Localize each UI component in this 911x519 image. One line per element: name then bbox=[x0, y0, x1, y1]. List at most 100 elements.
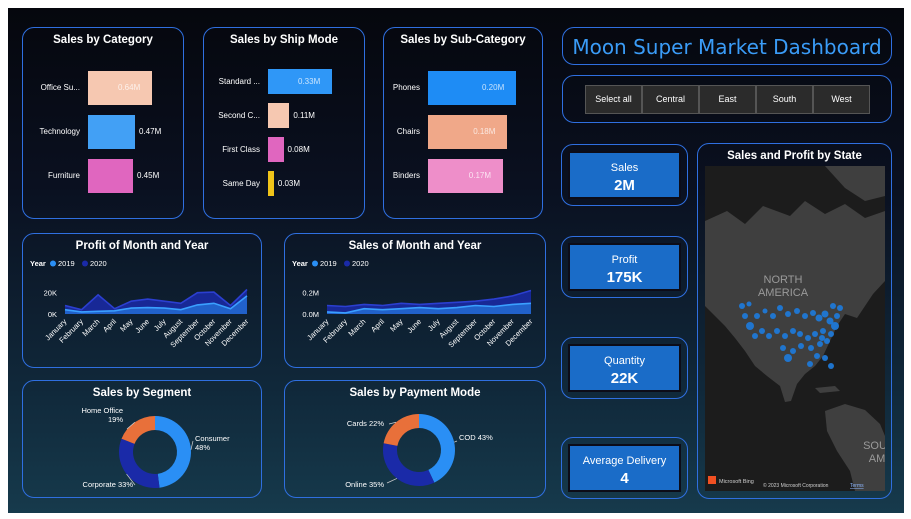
state-bubble[interactable] bbox=[822, 355, 828, 361]
state-bubble[interactable] bbox=[820, 328, 826, 334]
sales_by_ship_mode-bar-3[interactable] bbox=[268, 171, 274, 196]
x-tick-label: April bbox=[369, 317, 386, 334]
sales-by-category-card[interactable]: Sales by Category Office Su... 0.64M Techn… bbox=[22, 27, 184, 219]
y-tick-label: 0.2M bbox=[302, 289, 319, 298]
profit-month-year-chart[interactable]: Year 2019 202020K0KJanuaryFebruaryMarch Apr… bbox=[23, 254, 261, 366]
state-bubble[interactable] bbox=[766, 333, 772, 339]
sales-by-segment-donut[interactable]: Consumer 48% Corporate 33% Home Office 19% bbox=[23, 399, 261, 497]
sales_by_ship_mode-bar-2[interactable] bbox=[268, 137, 284, 162]
sales-by-subcategory-card[interactable]: Sales by Sub-Category Phones 0.20M Chairs 0… bbox=[383, 27, 543, 219]
x-tick-label: June bbox=[405, 317, 423, 335]
quantity-kpi-card[interactable]: Quantity 22K bbox=[561, 337, 688, 399]
sales-kpi-card[interactable]: Sales 2M bbox=[561, 144, 688, 206]
state-bubble[interactable] bbox=[819, 335, 825, 341]
profit-month-year-title: Profit of Month and Year bbox=[75, 240, 209, 252]
sales-by-payment-card[interactable]: Sales by Payment Mode COD 43% Online 35% C… bbox=[284, 380, 546, 498]
state-bubble[interactable] bbox=[752, 333, 758, 339]
sales-by-payment-donut[interactable]: COD 43% Online 35% Cards 22% bbox=[285, 399, 545, 497]
sales_by_category-bar-2[interactable] bbox=[88, 159, 133, 193]
legend-label-2019[interactable]: 2019 bbox=[58, 259, 75, 268]
state-bubble[interactable] bbox=[810, 310, 816, 316]
state-bubble[interactable] bbox=[814, 353, 820, 359]
state-bubble[interactable] bbox=[742, 313, 748, 319]
average-delivery-kpi-card[interactable]: Average Delivery 4 bbox=[561, 437, 688, 499]
sales-month-year-card[interactable]: Sales of Month and Year Year 2019 2020 0.2M… bbox=[284, 233, 546, 368]
sales-by-ship-mode-card[interactable]: Sales by Ship Mode Standard ... 0.33M Seco… bbox=[203, 27, 365, 219]
state-bubble[interactable] bbox=[824, 338, 830, 344]
legend-swatch-2020[interactable] bbox=[344, 260, 350, 267]
donut-slice-home-office[interactable] bbox=[121, 416, 155, 444]
sales_by_ship_mode-bar-1[interactable] bbox=[268, 103, 290, 128]
state-bubble[interactable] bbox=[798, 343, 804, 349]
sales_by_subcategory-bar-2[interactable] bbox=[428, 159, 503, 193]
state-bubble[interactable] bbox=[830, 303, 836, 309]
leader-line bbox=[386, 478, 398, 484]
state-bubble[interactable] bbox=[774, 328, 780, 334]
state-bubble[interactable] bbox=[807, 361, 813, 367]
state-bubble[interactable] bbox=[790, 328, 796, 334]
state-bubble[interactable] bbox=[802, 313, 808, 319]
state-bubble[interactable] bbox=[794, 308, 800, 314]
dashboard-canvas: Sales by Category Office Su... 0.64M Techn… bbox=[8, 8, 904, 513]
sales_by_category-bar-1[interactable] bbox=[88, 115, 135, 149]
donut-slice-online[interactable] bbox=[383, 443, 435, 486]
profit-kpi-card[interactable]: Profit 175K bbox=[561, 236, 688, 298]
quantity-kpi-tile: Quantity 22K bbox=[568, 344, 681, 392]
slicer-south-button[interactable]: South bbox=[756, 85, 813, 114]
sales_by_subcategory-value-1: 0.18M bbox=[473, 127, 496, 136]
state-bubble[interactable] bbox=[784, 354, 792, 362]
legend-label-2020[interactable]: 2020 bbox=[90, 259, 107, 268]
sales_by_ship_mode-value-2: 0.08M bbox=[287, 144, 310, 154]
x-tick-label: March bbox=[346, 317, 367, 338]
donut-slice-consumer[interactable] bbox=[155, 416, 192, 488]
state-bubble[interactable] bbox=[815, 314, 823, 322]
state-bubble[interactable] bbox=[817, 341, 823, 347]
state-bubble[interactable] bbox=[790, 348, 796, 354]
donut-slice-cards[interactable] bbox=[383, 414, 419, 446]
state-bubble[interactable] bbox=[808, 345, 814, 351]
state-bubble[interactable] bbox=[831, 322, 839, 330]
state-bubble[interactable] bbox=[782, 333, 788, 339]
slice-label: Online 35% bbox=[345, 480, 384, 489]
sales-by-segment-card[interactable]: Sales by Segment Consumer 48% Corporate 33… bbox=[22, 380, 262, 498]
map-label-am: AM bbox=[869, 453, 885, 465]
sales-by-payment-title: Sales by Payment Mode bbox=[349, 387, 481, 399]
state-bubble[interactable] bbox=[754, 313, 760, 319]
sales_by_ship_mode-label-1: Second C... bbox=[218, 110, 260, 120]
legend-label-2019[interactable]: 2019 bbox=[320, 259, 337, 268]
state-bubble[interactable] bbox=[805, 335, 811, 341]
sales-month-year-chart[interactable]: Year 2019 20200.2M0.0MJanuaryFebruaryMarch… bbox=[285, 254, 545, 366]
state-bubble[interactable] bbox=[837, 305, 843, 311]
state-map[interactable]: NORTH AMERICA SOU AM Microsoft Bing © 20… bbox=[705, 166, 885, 491]
state-bubble[interactable] bbox=[797, 331, 803, 337]
state-bubble[interactable] bbox=[828, 331, 834, 337]
state-bubble[interactable] bbox=[762, 308, 768, 314]
sales_by_subcategory-label-0: Phones bbox=[392, 83, 420, 92]
legend-swatch-2020[interactable] bbox=[82, 260, 88, 267]
slicer-select-all-button[interactable]: Select all bbox=[585, 85, 642, 114]
state-bubble[interactable] bbox=[780, 345, 786, 351]
sales-kpi-label: Sales bbox=[610, 162, 639, 174]
state-bubble[interactable] bbox=[770, 313, 776, 319]
legend-swatch-2019[interactable] bbox=[50, 260, 56, 267]
state-bubble[interactable] bbox=[777, 305, 783, 311]
state-bubble[interactable] bbox=[746, 301, 752, 307]
slicer-east-button[interactable]: East bbox=[699, 85, 756, 114]
state-bubble[interactable] bbox=[834, 313, 840, 319]
state-bubble[interactable] bbox=[821, 310, 829, 318]
profit-month-year-card[interactable]: Profit of Month and Year Year 2019 2020 20K… bbox=[22, 233, 262, 368]
slicer-central-button[interactable]: Central bbox=[642, 85, 699, 114]
state-bubble[interactable] bbox=[746, 322, 754, 330]
leader-line bbox=[190, 440, 194, 450]
state-bubble[interactable] bbox=[812, 331, 818, 337]
legend-swatch-2019[interactable] bbox=[312, 260, 318, 267]
sales_by_category-label-2: Furniture bbox=[47, 171, 80, 180]
legend-label-2020[interactable]: 2020 bbox=[352, 259, 369, 268]
slicer-west-button[interactable]: West bbox=[813, 85, 870, 114]
state-bubble[interactable] bbox=[739, 303, 745, 309]
state-bubble[interactable] bbox=[785, 311, 791, 317]
map-card[interactable]: Sales and Profit by State NORTH AMERICA … bbox=[697, 143, 892, 499]
state-bubble[interactable] bbox=[759, 328, 765, 334]
slice-label: Home Office 19% bbox=[81, 406, 123, 424]
state-bubble[interactable] bbox=[828, 363, 834, 369]
